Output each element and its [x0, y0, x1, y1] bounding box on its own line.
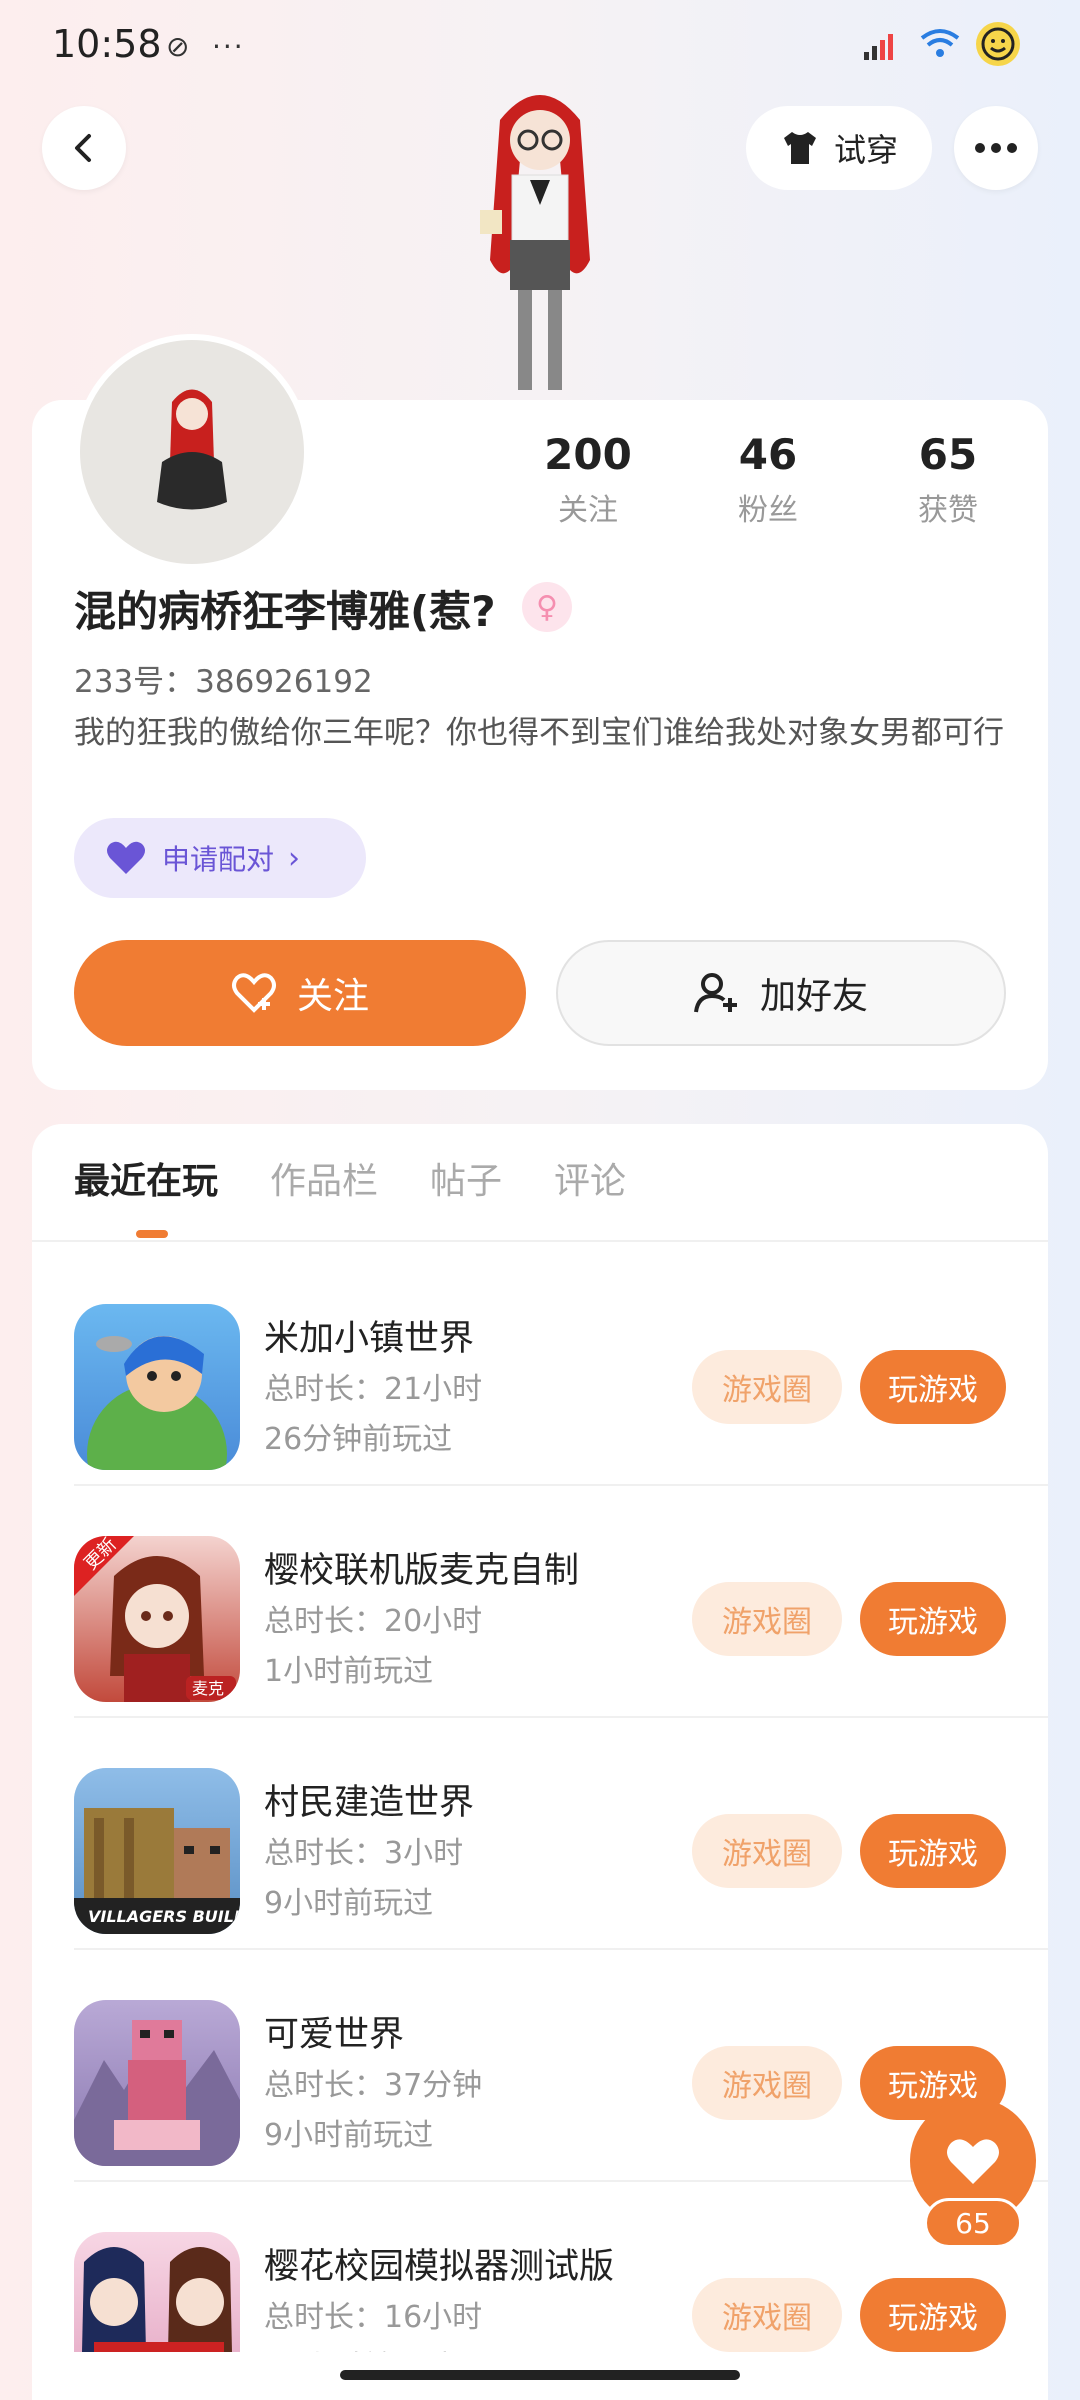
game-circle-button[interactable]: 游戏圈 — [692, 1814, 842, 1888]
try-on-button[interactable]: 试穿 — [746, 106, 932, 190]
game-last-played: 1小时前玩过 — [264, 1654, 434, 1689]
username: 混的病桥狂李博雅(惹? — [74, 587, 496, 636]
play-game-button[interactable]: 玩游戏 — [860, 1814, 1006, 1888]
game-playtime: 总时长：37分钟 — [264, 2068, 483, 2103]
game-last-played: 15小时前玩过 — [264, 2342, 452, 2352]
more-horizontal-icon — [975, 143, 1017, 153]
game-title: 樱花校园模拟器测试版 — [264, 2247, 615, 2287]
back-button[interactable] — [42, 106, 126, 190]
status-dots: ··· — [212, 30, 245, 63]
stat-fans-num: 46 — [738, 430, 798, 479]
add-friend-label: 加好友 — [759, 976, 868, 1017]
list-item[interactable]: 更新 麦克 樱校联机版麦克自制 总时长：20小时 1小时前玩过 游戏圈 玩游戏 — [74, 1486, 1048, 1718]
shirt-icon — [783, 132, 816, 164]
game-circle-button[interactable]: 游戏圈 — [692, 2278, 842, 2352]
add-user-icon — [693, 973, 737, 1013]
heart-icon — [947, 2139, 999, 2184]
status-bar: 10:58 ⊘ ··· — [0, 0, 1080, 90]
game-last-played: 26分钟前玩过 — [264, 1422, 453, 1457]
stat-likes-num: 65 — [918, 430, 978, 479]
stat-likes[interactable]: 65 获赞 — [868, 430, 1028, 529]
like-count: 65 — [924, 2198, 1022, 2248]
gender-female-icon: ♀ — [522, 582, 572, 632]
stat-following-label: 关注 — [558, 493, 618, 528]
heart-icon — [107, 841, 145, 874]
game-playtime: 总时长：16小时 — [264, 2300, 483, 2335]
tabs-divider — [32, 1240, 1048, 1242]
tab-works[interactable]: 作品栏 — [270, 1152, 378, 1204]
stat-fans-label: 粉丝 — [738, 493, 798, 528]
stat-likes-label: 获赞 — [918, 493, 978, 528]
game-playtime: 总时长：21小时 — [264, 1372, 483, 1407]
match-request-label: 申请配对 — [162, 843, 275, 876]
tab-active-indicator — [136, 1230, 168, 1238]
play-game-button[interactable]: 玩游戏 — [860, 1350, 1006, 1424]
play-game-button[interactable]: 玩游戏 — [860, 2278, 1006, 2352]
match-request-button[interactable]: 申请配对 › — [74, 818, 366, 898]
stat-following[interactable]: 200 关注 — [508, 430, 668, 529]
avatar[interactable] — [74, 334, 310, 570]
profile-tabs: 最近在玩 作品栏 帖子 评论 — [74, 1152, 626, 1204]
stat-fans[interactable]: 46 粉丝 — [688, 430, 848, 529]
status-time: 10:58 — [52, 22, 162, 66]
tab-recent-played[interactable]: 最近在玩 — [74, 1152, 218, 1204]
list-item[interactable]: 樱花校园模拟器测试版 总时长：16小时 15小时前玩过 游戏圈 玩游戏 — [74, 2182, 1048, 2352]
game-icon[interactable]: VILLAGERS BUILD — [74, 1768, 240, 1934]
game-title: 樱校联机版麦克自制 — [264, 1551, 580, 1591]
chevron-right-icon: › — [288, 840, 301, 876]
icon-caption-text: VILLAGERS BUILD — [88, 1907, 240, 1926]
user-id: 233号：386926192 — [74, 664, 373, 700]
follow-label: 关注 — [296, 976, 369, 1017]
game-last-played: 9小时前玩过 — [264, 1886, 434, 1921]
avatar-figure — [440, 80, 640, 400]
status-icons — [860, 22, 1020, 66]
game-title: 米加小镇世界 — [264, 1319, 475, 1359]
game-last-played: 9小时前玩过 — [264, 2118, 434, 2153]
list-item[interactable]: 可爱世界 总时长：37分钟 9小时前玩过 游戏圈 玩游戏 — [74, 1950, 1048, 2182]
heart-plus-icon — [231, 973, 276, 1013]
game-icon[interactable] — [74, 1304, 240, 1470]
game-title: 村民建造世界 — [264, 1783, 475, 1823]
game-playtime: 总时长：20小时 — [264, 1604, 483, 1639]
game-title: 可爱世界 — [264, 2015, 405, 2055]
game-circle-button[interactable]: 游戏圈 — [692, 1582, 842, 1656]
icon-badge-text: 麦克 — [192, 1679, 224, 1698]
play-game-button[interactable]: 玩游戏 — [860, 1582, 1006, 1656]
tab-posts[interactable]: 帖子 — [430, 1152, 502, 1204]
try-on-label: 试穿 — [833, 131, 898, 169]
user-bio: 我的狂我的傲给你三年呢？你也得不到宝们谁给我处对象女男都可行 — [74, 715, 1004, 751]
game-icon[interactable]: 更新 麦克 — [74, 1536, 240, 1702]
list-item[interactable]: 米加小镇世界 总时长：21小时 26分钟前玩过 游戏圈 玩游戏 — [74, 1254, 1048, 1486]
tab-comments[interactable]: 评论 — [554, 1152, 626, 1204]
follow-button[interactable]: 关注 — [74, 940, 526, 1046]
notification-icon: ⊘ — [166, 30, 190, 63]
home-indicator[interactable] — [340, 2370, 740, 2380]
wifi-icon — [918, 22, 962, 66]
game-icon[interactable] — [74, 2232, 240, 2352]
signal-icon — [860, 22, 904, 66]
list-item[interactable]: VILLAGERS BUILD 村民建造世界 总时长：3小时 9小时前玩过 游戏… — [74, 1718, 1048, 1950]
battery-icon — [976, 22, 1020, 66]
game-icon[interactable] — [74, 2000, 240, 2166]
more-button[interactable] — [954, 106, 1038, 190]
stat-following-num: 200 — [544, 430, 632, 479]
game-circle-button[interactable]: 游戏圈 — [692, 2046, 842, 2120]
chevron-left-icon — [75, 134, 91, 162]
add-friend-button[interactable]: 加好友 — [556, 940, 1006, 1046]
game-playtime: 总时长：3小时 — [264, 1836, 464, 1871]
game-circle-button[interactable]: 游戏圈 — [692, 1350, 842, 1424]
